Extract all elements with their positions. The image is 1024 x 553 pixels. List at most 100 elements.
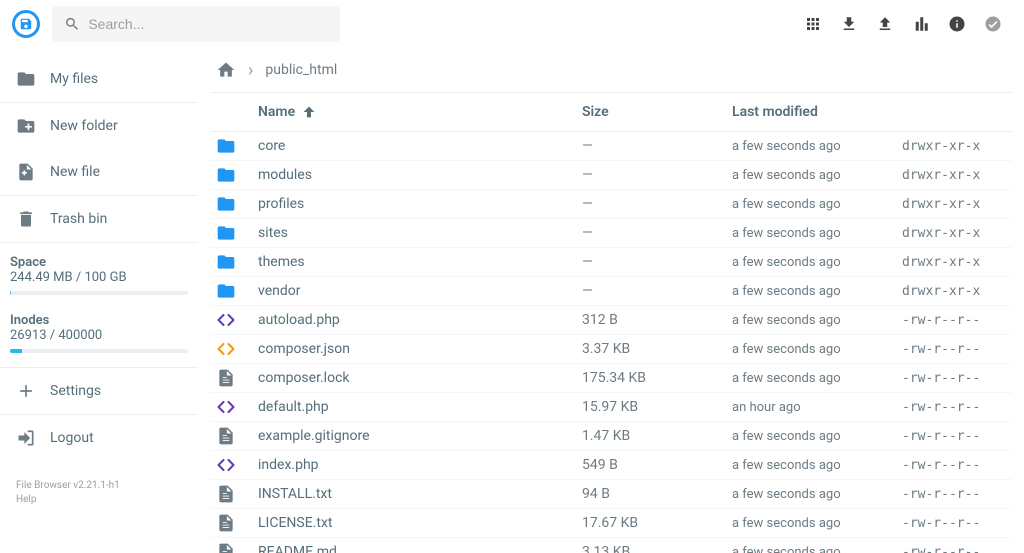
file-size: 175.34 KB <box>582 370 732 386</box>
sort-by-name[interactable]: Name <box>258 104 582 120</box>
file-permissions: drwxr-xr-x <box>902 284 1012 299</box>
table-row[interactable]: README.md3.13 KBa few seconds ago-rw-r--… <box>210 538 1012 553</box>
sidebar-logout[interactable]: Logout <box>0 415 198 461</box>
table-row[interactable]: vendor—a few seconds agodrwxr-xr-x <box>210 277 1012 306</box>
file-name: composer.json <box>258 341 582 357</box>
table-row[interactable]: profiles—a few seconds agodrwxr-xr-x <box>210 190 1012 219</box>
file-permissions: -rw-r--r-- <box>902 429 1012 444</box>
file-size: 3.37 KB <box>582 341 732 357</box>
file-modified: a few seconds ago <box>732 342 902 357</box>
sidebar-settings[interactable]: Settings <box>0 368 198 414</box>
file-modified: a few seconds ago <box>732 487 902 502</box>
table-row[interactable]: index.php549 Ba few seconds ago-rw-r--r-… <box>210 451 1012 480</box>
file-name: profiles <box>258 196 582 212</box>
sidebar-new-file[interactable]: New file <box>0 149 198 195</box>
table-row[interactable]: LICENSE.txt17.67 KBa few seconds ago-rw-… <box>210 509 1012 538</box>
file-modified: a few seconds ago <box>732 197 902 212</box>
check-icon[interactable] <box>984 15 1002 33</box>
file-name: sites <box>258 225 582 241</box>
file-modified: a few seconds ago <box>732 226 902 241</box>
file-modified: a few seconds ago <box>732 255 902 270</box>
file-modified: a few seconds ago <box>732 313 902 328</box>
table-row[interactable]: sites—a few seconds agodrwxr-xr-x <box>210 219 1012 248</box>
file-size: 17.67 KB <box>582 515 732 531</box>
file-icon <box>216 484 236 504</box>
file-size: 312 B <box>582 312 732 328</box>
file-size: — <box>582 167 732 183</box>
table-row[interactable]: themes—a few seconds agodrwxr-xr-x <box>210 248 1012 277</box>
sort-by-modified[interactable]: Last modified <box>732 104 902 120</box>
code-alt-icon <box>216 339 236 359</box>
file-name: README.md <box>258 544 582 553</box>
file-permissions: -rw-r--r-- <box>902 458 1012 473</box>
table-row[interactable]: autoload.php312 Ba few seconds ago-rw-r-… <box>210 306 1012 335</box>
app-logo[interactable] <box>12 10 40 38</box>
file-modified: a few seconds ago <box>732 516 902 531</box>
table-row[interactable]: composer.json3.37 KBa few seconds ago-rw… <box>210 335 1012 364</box>
file-modified: a few seconds ago <box>732 371 902 386</box>
create-folder-icon <box>16 116 36 136</box>
breadcrumb-current[interactable]: public_html <box>265 62 337 78</box>
file-icon <box>216 368 236 388</box>
file-icon <box>216 513 236 533</box>
search-box[interactable] <box>52 6 340 42</box>
table-row[interactable]: composer.lock175.34 KBa few seconds ago-… <box>210 364 1012 393</box>
file-permissions: -rw-r--r-- <box>902 516 1012 531</box>
file-permissions: drwxr-xr-x <box>902 226 1012 241</box>
stats-icon[interactable] <box>912 15 930 33</box>
file-modified: a few seconds ago <box>732 139 902 154</box>
folder-icon <box>216 223 236 243</box>
folder-icon <box>16 69 36 89</box>
file-name: autoload.php <box>258 312 582 328</box>
table-row[interactable]: core—a few seconds agodrwxr-xr-x <box>210 132 1012 161</box>
file-name: index.php <box>258 457 582 473</box>
file-size: 15.97 KB <box>582 399 732 415</box>
table-row[interactable]: modules—a few seconds agodrwxr-xr-x <box>210 161 1012 190</box>
file-size: 549 B <box>582 457 732 473</box>
logout-icon <box>16 428 36 448</box>
file-size: — <box>582 283 732 299</box>
file-permissions: -rw-r--r-- <box>902 371 1012 386</box>
file-permissions: drwxr-xr-x <box>902 168 1012 183</box>
search-input[interactable] <box>88 16 328 32</box>
file-name: vendor <box>258 283 582 299</box>
breadcrumb: › public_html <box>210 48 1012 92</box>
file-modified: a few seconds ago <box>732 168 902 183</box>
download-icon[interactable] <box>840 15 858 33</box>
file-name: INSTALL.txt <box>258 486 582 502</box>
file-name: composer.lock <box>258 370 582 386</box>
sidebar-trash[interactable]: Trash bin <box>0 196 198 242</box>
sidebar-item-label: Settings <box>50 383 101 399</box>
code-icon <box>216 397 236 417</box>
folder-icon <box>216 165 236 185</box>
upload-icon[interactable] <box>876 15 894 33</box>
info-icon[interactable] <box>948 15 966 33</box>
table-row[interactable]: example.gitignore1.47 KBa few seconds ag… <box>210 422 1012 451</box>
version-text: File Browser v2.21.1-h1 <box>16 479 182 493</box>
sort-by-size[interactable]: Size <box>582 104 732 120</box>
file-modified: a few seconds ago <box>732 284 902 299</box>
settings-icon <box>16 381 36 401</box>
sidebar-item-label: Logout <box>50 430 94 446</box>
home-icon[interactable] <box>216 60 236 80</box>
table-row[interactable]: default.php15.97 KBan hour ago-rw-r--r-- <box>210 393 1012 422</box>
view-grid-icon[interactable] <box>804 15 822 33</box>
file-size: — <box>582 196 732 212</box>
file-size: — <box>582 254 732 270</box>
file-permissions: drwxr-xr-x <box>902 197 1012 212</box>
file-permissions: -rw-r--r-- <box>902 313 1012 328</box>
sidebar-item-label: Trash bin <box>50 211 107 227</box>
sidebar-item-label: My files <box>50 71 98 87</box>
table-row[interactable]: INSTALL.txt94 Ba few seconds ago-rw-r--r… <box>210 480 1012 509</box>
sidebar-my-files[interactable]: My files <box>0 56 198 102</box>
file-modified: a few seconds ago <box>732 545 902 553</box>
file-permissions: drwxr-xr-x <box>902 139 1012 154</box>
folder-icon <box>216 194 236 214</box>
file-size: — <box>582 225 732 241</box>
help-link[interactable]: Help <box>16 493 182 507</box>
sidebar-new-folder[interactable]: New folder <box>0 103 198 149</box>
chevron-right-icon: › <box>248 60 253 81</box>
inodes-stats: Inodes 26913 / 400000 <box>0 301 198 359</box>
arrow-up-icon <box>301 104 317 120</box>
file-size: — <box>582 138 732 154</box>
